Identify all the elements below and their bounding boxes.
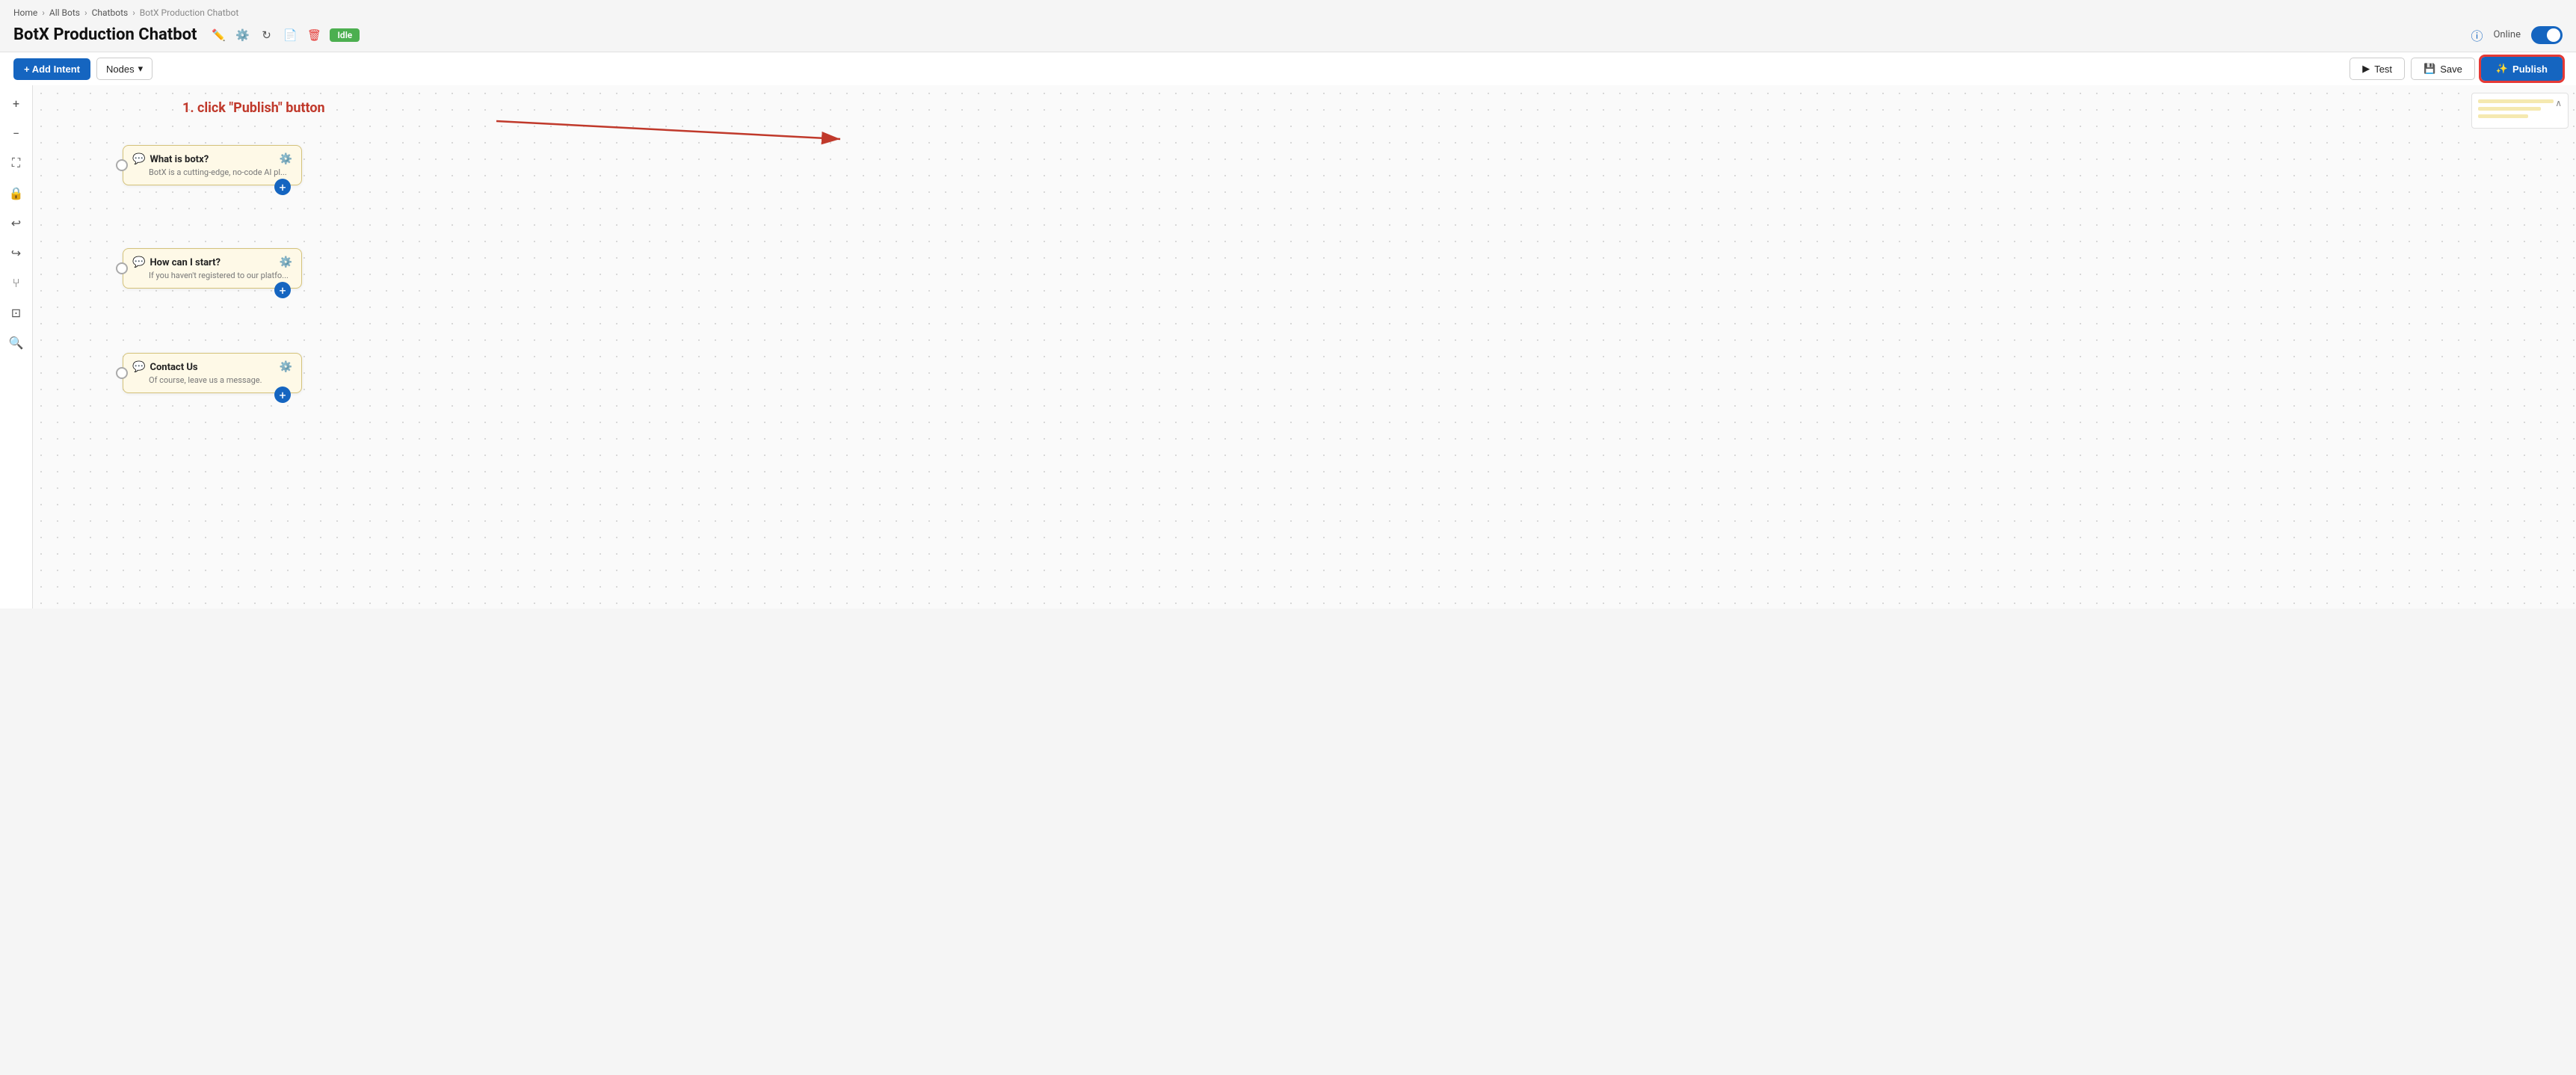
breadcrumb: Home › All Bots › Chatbots › BotX Produc… [0,0,2576,22]
header-icons: ✏️ ⚙️ ↻ 📄 🗑 Idle [210,27,360,43]
nodes-label: Nodes [106,64,135,75]
intent-node-3: 💬 Contact Us ⚙️ Of course, leave us a me… [123,353,302,393]
node2-description: If you haven't registered to our platfo.… [132,271,292,280]
fork-tool[interactable]: ⑂ [6,272,27,293]
info-icon[interactable]: ⓘ [2471,26,2483,44]
document-icon[interactable]: 📄 [282,27,298,43]
fullscreen-tool[interactable]: ⛶ [6,153,27,173]
undo-tool[interactable]: ↩ [6,212,27,233]
breadcrumb-chatbots[interactable]: Chatbots [92,7,129,18]
left-toolbar: + − ⛶ 🔒 ↩ ↪ ⑂ ⊡ 🔍 [0,85,33,609]
node3-header: 💬 Contact Us ⚙️ [132,361,292,373]
intent-node-2: 💬 How can I start? ⚙️ If you haven't reg… [123,248,302,289]
intent-node-1: 💬 What is botx? ⚙️ BotX is a cutting-edg… [123,145,302,185]
crop-tool[interactable]: ⊡ [6,302,27,323]
node3-description: Of course, leave us a message. [132,375,292,385]
refresh-icon[interactable]: ↻ [258,27,274,43]
breadcrumb-home[interactable]: Home [13,7,37,18]
toolbar: + Add Intent Nodes ▾ ▶ Test 💾 Save ✨ Pub… [0,52,2576,85]
nodes-dropdown-button[interactable]: Nodes ▾ [96,58,152,80]
node3-title: Contact Us [150,362,274,373]
save-button[interactable]: 💾 Save [2411,58,2475,80]
node1-add-button[interactable]: + [274,179,291,195]
wand-icon: ✨ [2496,63,2508,75]
play-icon: ▶ [2362,63,2370,75]
trash-icon[interactable]: 🗑 [306,27,322,43]
node1-title: What is botx? [150,154,274,165]
node1-gear-icon[interactable]: ⚙️ [280,153,292,165]
node3-add-button[interactable]: + [274,386,291,403]
instruction-text: 1. click "Publish" button [182,100,325,116]
page-title: BotX Production Chatbot [13,25,197,44]
minimap-collapse-icon[interactable]: ∧ [2555,98,2562,108]
node2-add-button[interactable]: + [274,282,291,298]
chat-icon-2: 💬 [132,256,145,268]
node2-left-connector[interactable] [116,262,128,274]
node2-title: How can I start? [150,257,274,268]
node1-left-connector[interactable] [116,159,128,171]
node2-gear-icon[interactable]: ⚙️ [280,256,292,268]
breadcrumb-current: BotX Production Chatbot [140,7,238,18]
node3-gear-icon[interactable]: ⚙️ [280,361,292,373]
settings-icon[interactable]: ⚙️ [234,27,250,43]
chevron-down-icon: ▾ [138,63,144,75]
flow-canvas[interactable]: 💬 What is botx? ⚙️ BotX is a cutting-edg… [33,85,2576,609]
save-icon: 💾 [2424,63,2435,75]
minimap-line-1 [2478,99,2554,103]
chat-icon-3: 💬 [132,361,145,373]
annotation-overlay: 1. click "Publish" button [33,85,2576,609]
breadcrumb-all-bots[interactable]: All Bots [49,7,80,18]
page-header: BotX Production Chatbot ✏️ ⚙️ ↻ 📄 🗑 Idle… [0,22,2576,52]
edit-icon[interactable]: ✏️ [210,27,227,43]
online-label: Online [2493,29,2521,40]
zoom-out-tool[interactable]: − [6,123,27,144]
node2-header: 💬 How can I start? ⚙️ [132,256,292,268]
canvas-wrapper: + − ⛶ 🔒 ↩ ↪ ⑂ ⊡ 🔍 💬 What is botx? ⚙️ Bot… [0,85,2576,609]
status-badge: Idle [330,28,360,42]
zoom-in-tool[interactable]: + [6,93,27,114]
minimap-line-2 [2478,107,2541,111]
header-right: ⓘ Online [2471,26,2563,44]
node1-description: BotX is a cutting-edge, no-code AI pl... [132,167,292,177]
publish-button[interactable]: ✨ Publish [2481,57,2563,81]
annotation-svg [33,85,2576,175]
add-intent-button[interactable]: + Add Intent [13,58,90,80]
lock-tool[interactable]: 🔒 [6,182,27,203]
online-toggle[interactable] [2531,26,2563,44]
search-tool[interactable]: 🔍 [6,332,27,353]
test-button[interactable]: ▶ Test [2349,58,2405,80]
node1-header: 💬 What is botx? ⚙️ [132,153,292,165]
toolbar-right: ▶ Test 💾 Save ✨ Publish [2349,57,2563,81]
mini-map: ∧ [2471,93,2569,129]
chat-icon-1: 💬 [132,153,145,165]
node3-left-connector[interactable] [116,367,128,379]
minimap-line-3 [2478,114,2528,118]
redo-tool[interactable]: ↪ [6,242,27,263]
